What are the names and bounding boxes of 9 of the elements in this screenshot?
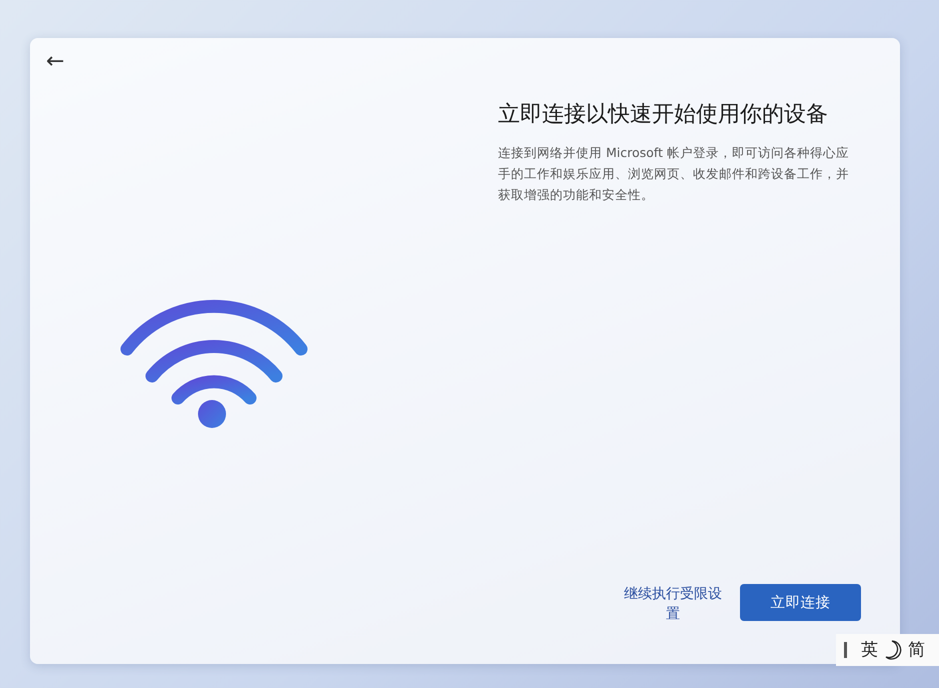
connect-button[interactable]: 立即连接 [740, 584, 861, 621]
grip-handle[interactable] [844, 642, 847, 658]
moon-icon[interactable] [884, 640, 902, 660]
description-text: 连接到网络并使用 Microsoft 帐户登录，即可访问各种得心应手的工作和娱乐应用、浏览网页、收发邮件和跨设备工作，并获取增强的功能和安全性。 [498, 144, 850, 204]
back-button[interactable]: ← [42, 50, 68, 74]
limited-setup-link[interactable]: 继续执行受限设置 [618, 584, 728, 624]
dialog-title: 立即连接以快速开始使用你的设备 [498, 101, 829, 129]
input-mode-indicator[interactable]: 简 [908, 640, 925, 660]
language-indicator[interactable]: 英 [861, 640, 878, 660]
